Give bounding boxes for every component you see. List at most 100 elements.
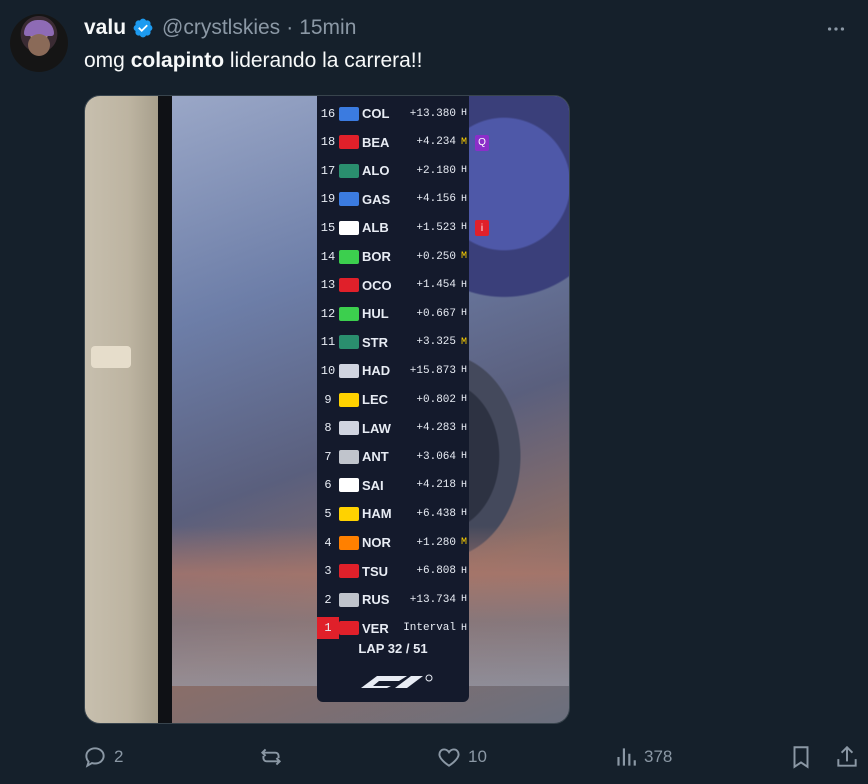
row-driver: BOR — [362, 249, 391, 264]
row-tyre: H — [460, 165, 467, 177]
row-position: 2 — [324, 592, 332, 607]
post-text-bold: colapinto — [130, 49, 225, 72]
row-position: 6 — [324, 478, 332, 493]
row-position: 4 — [324, 535, 332, 550]
row-driver: HAM — [362, 506, 392, 522]
more-icon — [827, 27, 845, 31]
post-image[interactable]: LAP 32 / 51 16 COL +13.380 H 18 BEA +4.234 M 17 A… — [84, 95, 570, 724]
row-gap: +0.802 — [416, 393, 456, 406]
leaderboard-row: 10 HAD +15.873 H — [317, 357, 469, 384]
row-position: 14 — [320, 249, 336, 264]
info-badge: i — [475, 220, 489, 237]
team-logo-icon — [339, 220, 359, 235]
row-gap: +13.380 — [409, 107, 456, 120]
leaderboard-row: 18 BEA +4.234 M — [317, 129, 469, 156]
leaderboard-row: 6 SAI +4.218 H — [317, 472, 469, 499]
row-gap: +1.454 — [416, 279, 456, 292]
row-position: 8 — [324, 421, 332, 436]
row-driver: HAD — [362, 363, 391, 379]
leaderboard-row: 5 HAM +6.438 H — [317, 500, 469, 527]
row-tyre: H — [460, 479, 467, 491]
row-tyre: M — [460, 251, 467, 262]
row-tyre: H — [460, 594, 467, 606]
row-gap: +1.523 — [416, 221, 456, 234]
row-gap: +13.734 — [409, 593, 456, 606]
row-tyre: M — [460, 136, 467, 148]
row-driver: ALB — [362, 220, 389, 236]
leaderboard-row: 1 VER Interval H — [317, 615, 469, 642]
post-text: omg colapinto liderando la carrera!! — [84, 46, 422, 76]
row-position: 12 — [320, 306, 336, 321]
row-driver: NOR — [362, 535, 391, 550]
team-logo-icon — [339, 192, 359, 207]
row-position: 18 — [320, 135, 336, 150]
action-bar: 2 10 378 — [82, 740, 862, 774]
row-tyre: H — [460, 394, 467, 405]
row-driver: BEA — [362, 134, 390, 150]
row-position: 5 — [324, 506, 332, 521]
wall — [85, 96, 158, 723]
leaderboard-row: 7 ANT +3.064 H — [317, 443, 469, 470]
lap-counter: LAP 32 / 51 — [358, 641, 428, 656]
more-button[interactable] — [816, 14, 856, 44]
bookmark-icon — [793, 746, 809, 769]
row-tyre: H — [460, 108, 467, 119]
team-logo-icon — [339, 278, 359, 293]
leaderboard-row: 8 LAW +4.283 H — [317, 415, 469, 442]
team-logo-icon — [339, 363, 359, 378]
team-logo-icon — [339, 449, 359, 464]
team-logo-icon — [339, 535, 359, 550]
share-button[interactable] — [834, 744, 860, 770]
tv-screen: LAP 32 / 51 16 COL +13.380 H 18 BEA +4.234 M 17 A… — [172, 96, 569, 723]
row-position: 7 — [324, 449, 332, 464]
avatar[interactable] — [10, 14, 68, 72]
reply-button[interactable]: 2 — [82, 744, 123, 770]
team-logo-icon — [339, 564, 359, 579]
avatar-face — [28, 34, 50, 56]
row-gap: +4.156 — [416, 193, 456, 206]
row-driver: VER — [362, 620, 389, 636]
row-gap: +1.280 — [416, 536, 456, 549]
f1-logo-icon — [361, 674, 433, 688]
display-name[interactable]: valu — [84, 16, 126, 40]
repost-button[interactable] — [258, 744, 290, 770]
row-gap: +4.218 — [416, 479, 456, 492]
row-driver: ANT — [362, 449, 389, 465]
row-position: 13 — [320, 278, 336, 293]
leaderboard-row: 4 NOR +1.280 M — [317, 529, 469, 556]
row-driver: HUL — [362, 306, 389, 322]
row-position: 19 — [320, 192, 336, 207]
row-driver: STR — [362, 334, 388, 350]
row-tyre: H — [460, 193, 467, 205]
team-logo-icon — [339, 135, 359, 150]
team-logo-icon — [339, 163, 359, 178]
row-gap: +0.250 — [416, 250, 456, 263]
row-gap: +0.667 — [416, 307, 456, 320]
leaderboard-row: 12 HUL +0.667 H — [317, 300, 469, 327]
leaderboard: LAP 32 / 51 16 COL +13.380 H 18 BEA +4.234 M 17 A… — [317, 96, 489, 702]
row-driver: TSU — [362, 563, 388, 579]
q-badge: Q — [475, 134, 489, 151]
views-button[interactable]: 378 — [612, 744, 672, 770]
like-button[interactable]: 10 — [436, 744, 487, 770]
team-logo-icon — [339, 421, 359, 436]
leaderboard-row: 2 RUS +13.734 H — [317, 586, 469, 613]
leaderboard-row: 13 OCO +1.454 H — [317, 272, 469, 299]
handle[interactable]: @crystlskies — [162, 16, 280, 40]
like-icon — [438, 748, 460, 767]
light-switch — [91, 346, 131, 368]
team-logo-icon — [339, 478, 359, 493]
row-tyre: H — [460, 365, 467, 377]
post-text-before: omg — [84, 49, 131, 72]
row-gap: +6.808 — [416, 565, 456, 578]
row-driver: RUS — [362, 592, 390, 608]
team-logo-icon — [339, 306, 359, 321]
bookmark-button[interactable] — [788, 744, 814, 770]
row-driver: SAI — [362, 477, 384, 493]
leaderboard-row: 3 TSU +6.808 H — [317, 558, 469, 585]
timestamp[interactable]: 15min — [299, 16, 356, 40]
row-gap: +15.873 — [409, 364, 456, 377]
share-icon — [837, 745, 857, 767]
row-tyre: H — [460, 508, 467, 520]
row-driver: COL — [362, 106, 390, 121]
